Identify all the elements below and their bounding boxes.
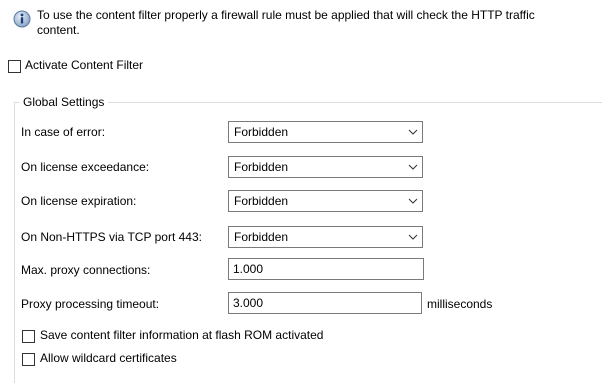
chevron-down-icon <box>408 234 418 240</box>
timeout-unit: milliseconds <box>427 297 493 311</box>
wildcard-certificates-checkbox[interactable] <box>22 353 35 366</box>
timeout-input[interactable] <box>229 293 421 313</box>
global-settings-title: Global Settings <box>19 95 109 109</box>
wildcard-certificates-label[interactable]: Allow wildcard certificates <box>40 352 177 365</box>
activate-content-filter-checkbox[interactable] <box>8 60 21 73</box>
non-https-value: Forbidden <box>234 230 289 244</box>
non-https-label: On Non-HTTPS via TCP port 443: <box>21 230 202 244</box>
timeout-label: Proxy processing timeout: <box>21 297 160 311</box>
save-flash-label[interactable]: Save content filter information at flash… <box>40 329 323 342</box>
max-connections-input[interactable] <box>229 259 423 279</box>
chevron-down-icon <box>408 164 418 170</box>
chevron-down-icon <box>408 129 418 135</box>
license-exceedance-value: Forbidden <box>234 160 289 174</box>
license-expiration-value: Forbidden <box>234 194 289 208</box>
license-expiration-label: On license expiration: <box>21 194 137 208</box>
error-action-select[interactable]: Forbidden <box>228 121 423 143</box>
group-border-left <box>14 102 15 383</box>
max-connections-box <box>228 258 424 280</box>
activate-content-filter-label[interactable]: Activate Content Filter <box>25 59 143 72</box>
error-action-label: In case of error: <box>21 125 106 139</box>
error-action-value: Forbidden <box>234 125 289 139</box>
info-message: To use the content filter properly a fir… <box>37 8 535 37</box>
license-exceedance-label: On license exceedance: <box>21 160 150 174</box>
info-icon <box>13 10 31 28</box>
license-expiration-select[interactable]: Forbidden <box>228 190 423 212</box>
chevron-down-icon <box>408 198 418 204</box>
non-https-select[interactable]: Forbidden <box>228 226 423 248</box>
license-exceedance-select[interactable]: Forbidden <box>228 156 423 178</box>
save-flash-checkbox[interactable] <box>22 330 35 343</box>
timeout-box <box>228 292 422 314</box>
max-connections-label: Max. proxy connections: <box>21 263 151 277</box>
